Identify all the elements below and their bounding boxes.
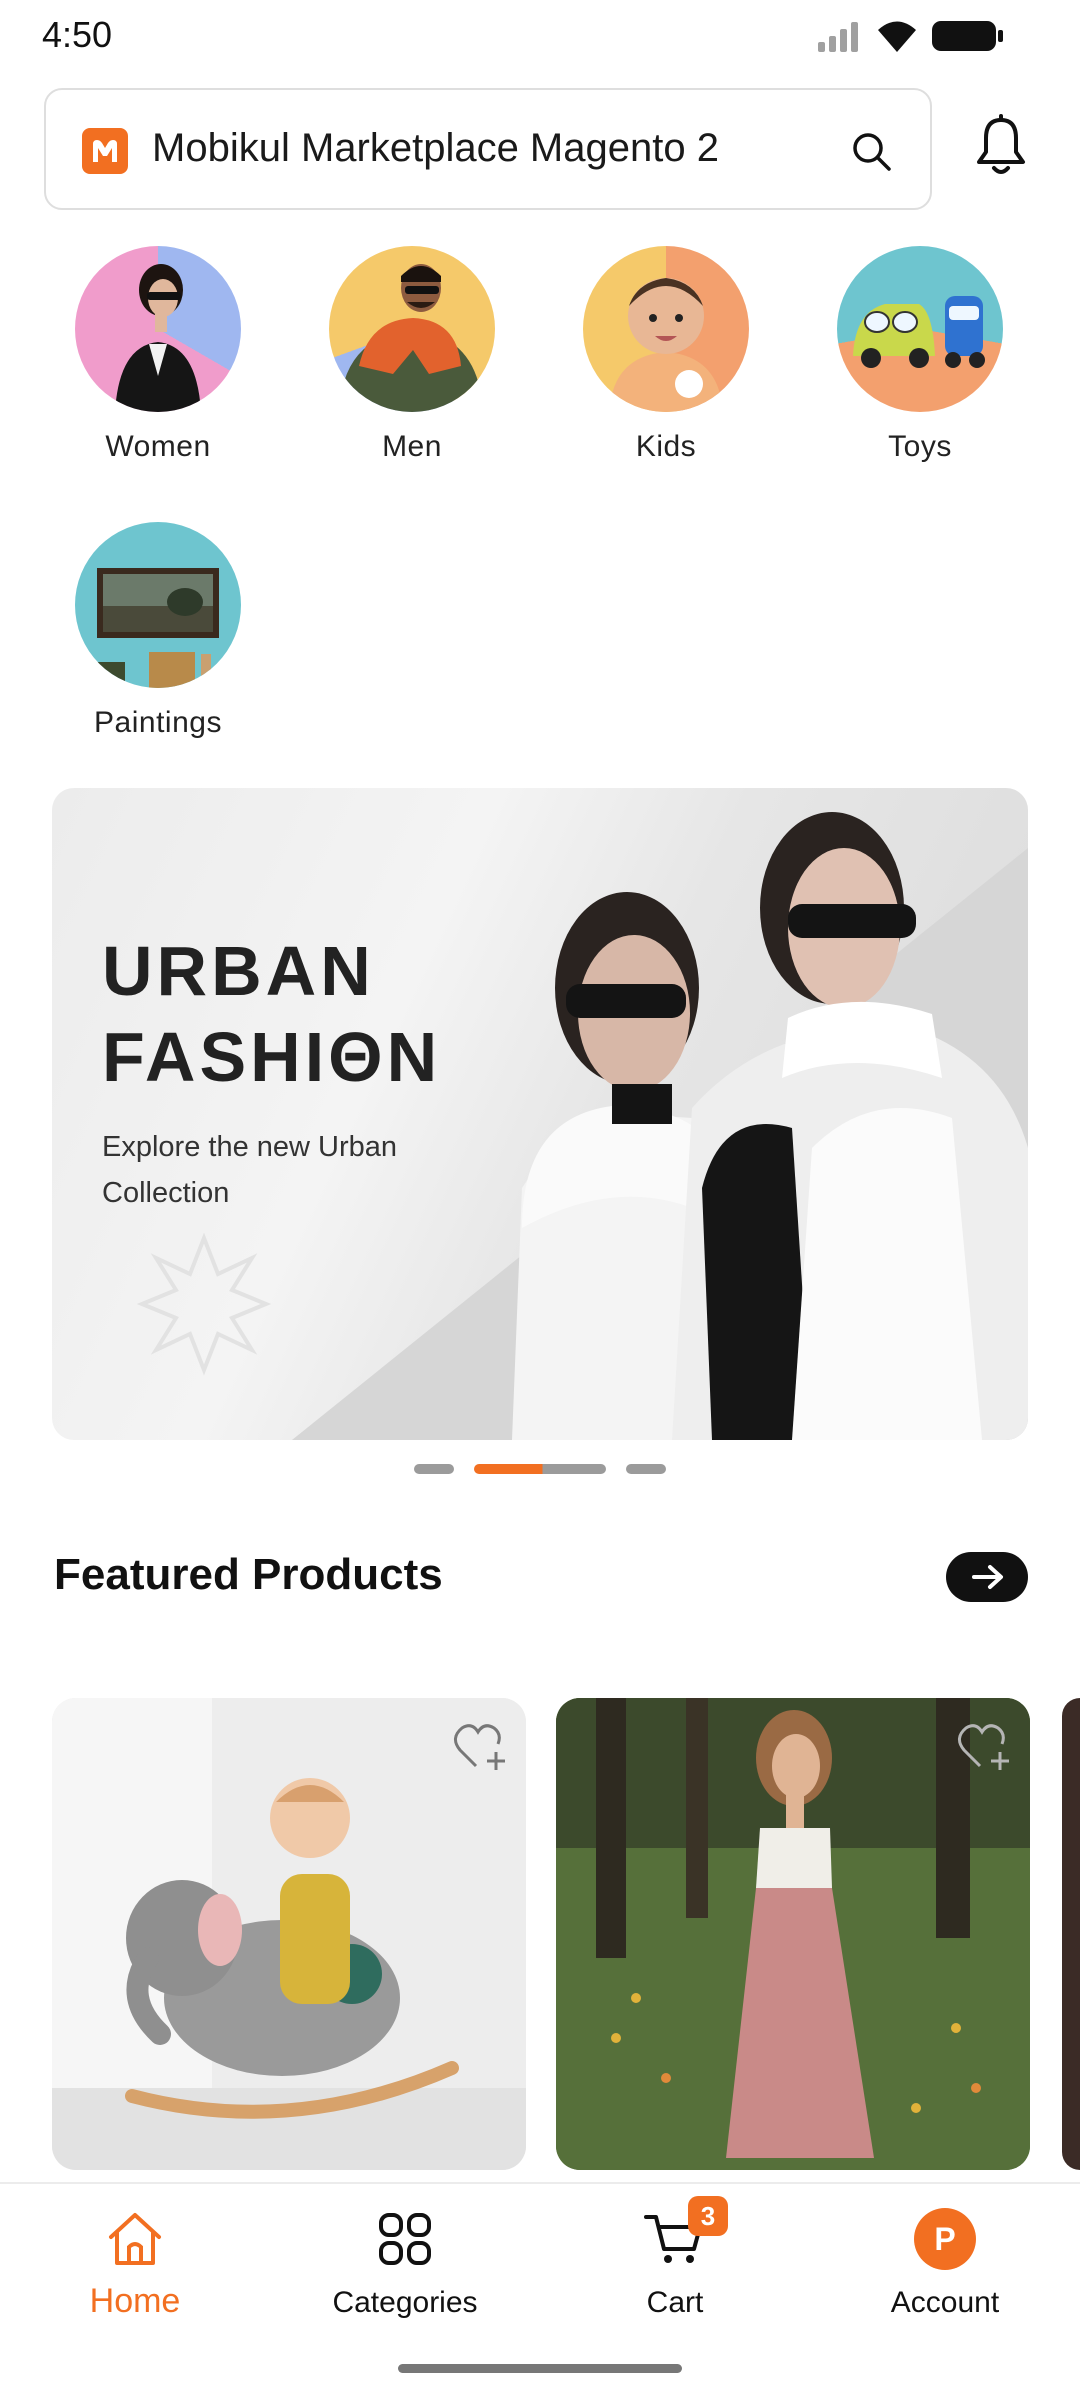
search-bar[interactable]: Mobikul Marketplace Magento 2 [44, 88, 932, 210]
category-kids[interactable]: Kids [539, 246, 793, 464]
signal-icon [818, 22, 858, 52]
search-icon[interactable] [848, 128, 894, 174]
home-icon [109, 2213, 161, 2265]
category-kids-image [583, 246, 749, 412]
cart-badge: 3 [688, 2196, 728, 2236]
battery-icon [932, 21, 1003, 51]
promo-banner[interactable]: URBAN FASHIΘN Explore the new Urban Coll… [52, 788, 1028, 1440]
banner-title: URBAN FASHIΘN [102, 932, 442, 1096]
category-men[interactable]: Men [285, 246, 539, 464]
category-toys[interactable]: Toys [793, 246, 1047, 464]
banner-subtitle: Explore the new Urban Collection [102, 1131, 397, 1209]
view-all-button[interactable] [946, 1552, 1028, 1602]
status-icons [816, 18, 1004, 54]
nav-cart[interactable]: 3 Cart [540, 2196, 810, 2320]
heart-plus-icon[interactable] [452, 1720, 510, 1774]
category-label: Kids [635, 430, 697, 463]
wifi-icon [878, 21, 916, 52]
nav-categories[interactable]: Categories [270, 2204, 540, 2320]
search-input[interactable]: Mobikul Marketplace Magento 2 [152, 126, 719, 171]
avatar: P [914, 2208, 976, 2270]
category-paintings-image [75, 522, 241, 688]
heart-plus-icon[interactable] [956, 1720, 1014, 1774]
category-paintings[interactable]: Paintings [31, 522, 285, 740]
product-card-peek[interactable] [1062, 1698, 1080, 2170]
product-card[interactable] [556, 1698, 1030, 2170]
nav-label: Cart [646, 2286, 704, 2319]
home-indicator [398, 2364, 682, 2373]
status-time: 4:50 [42, 14, 113, 55]
brand-logo-icon [82, 128, 128, 174]
section-title: Featured Products [54, 1550, 443, 1599]
category-label: Toys [888, 430, 952, 463]
status-bar: 4:50 [0, 0, 1080, 72]
bell-icon[interactable] [972, 114, 1030, 178]
category-toys-image [837, 246, 1003, 412]
category-label: Women [105, 430, 211, 463]
carousel-dot[interactable] [414, 1464, 454, 1474]
category-label: Men [382, 430, 442, 463]
carousel-indicator [0, 1464, 1080, 1476]
nav-label: Categories [332, 2286, 478, 2319]
category-label: Paintings [94, 706, 222, 739]
grid-icon [379, 2213, 431, 2265]
nav-label: Account [890, 2286, 1000, 2319]
nav-label: Home [89, 2282, 181, 2320]
nav-account[interactable]: P Account [810, 2204, 1080, 2320]
category-women-image [75, 246, 241, 412]
carousel-dot-active[interactable] [474, 1464, 606, 1474]
category-men-image [329, 246, 495, 412]
carousel-dot[interactable] [626, 1464, 666, 1474]
banner-graphic [136, 812, 1028, 1440]
product-card[interactable] [52, 1698, 526, 2170]
arrow-right-icon [972, 1565, 1003, 1589]
category-women[interactable]: Women [31, 246, 285, 464]
nav-home[interactable]: Home [0, 2204, 270, 2321]
